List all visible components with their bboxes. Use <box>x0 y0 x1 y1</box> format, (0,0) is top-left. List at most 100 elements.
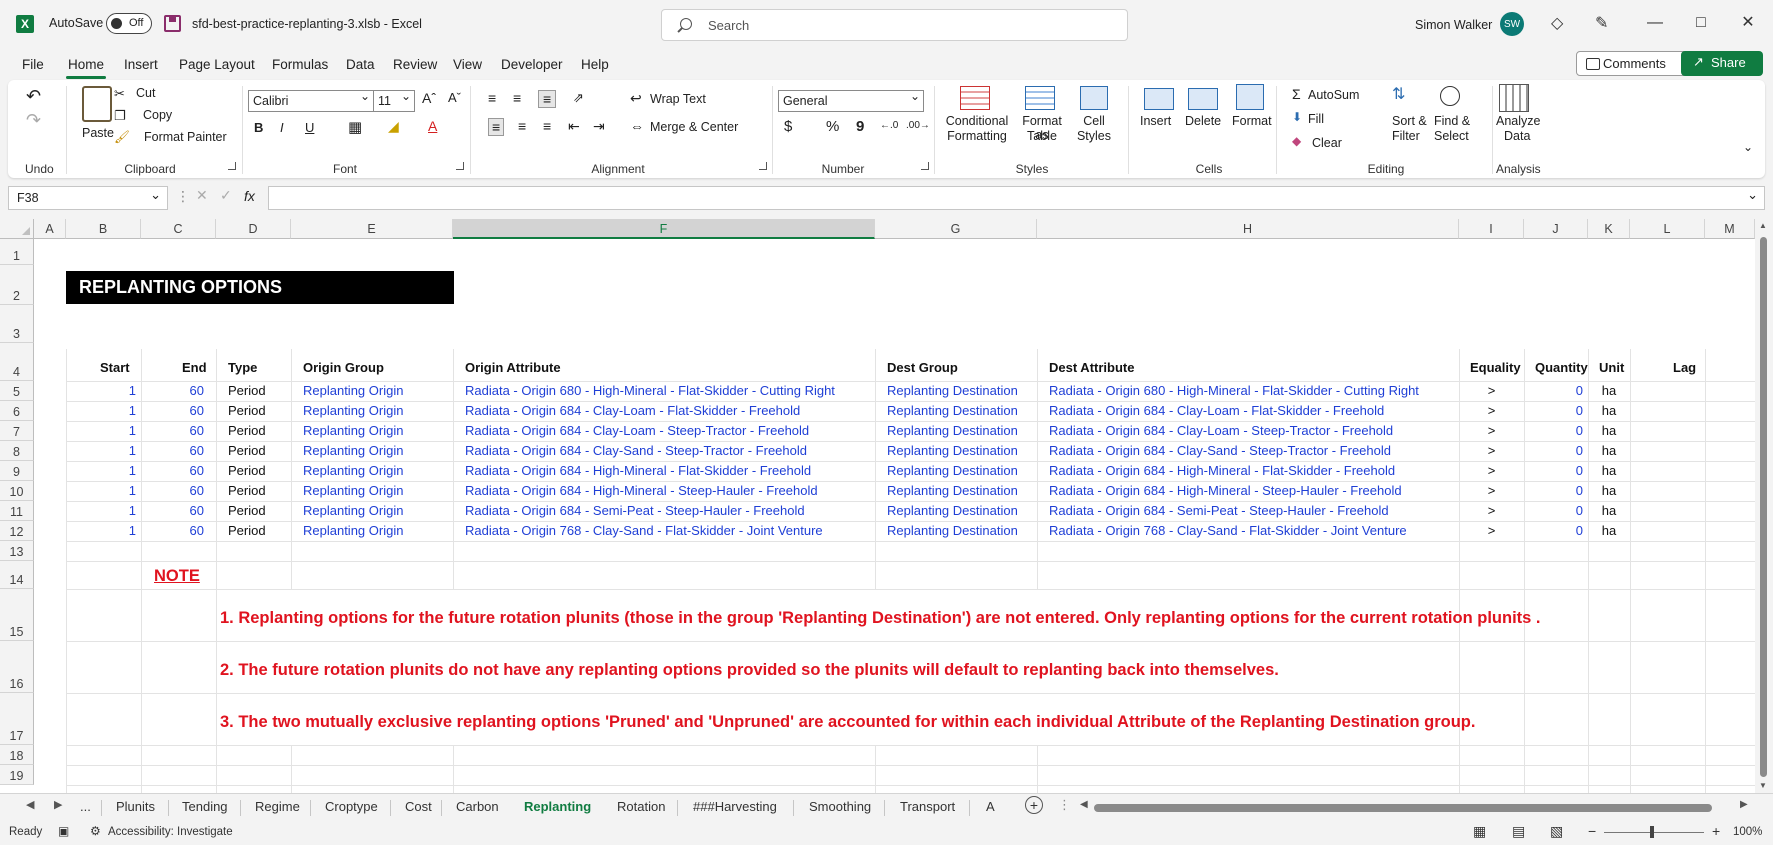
macro-record-icon[interactable]: ▣ <box>58 824 69 838</box>
font-name-select[interactable]: Calibri <box>248 89 374 112</box>
row-header[interactable]: 13 <box>0 541 34 561</box>
align-top-icon[interactable]: ≡ <box>488 90 496 106</box>
increase-indent-icon[interactable]: ⇥ <box>593 118 605 135</box>
vertical-scroll-thumb[interactable] <box>1760 237 1767 777</box>
menu-data[interactable]: Data <box>346 57 375 72</box>
cell-dest-group[interactable]: Replanting Destination <box>887 523 1032 538</box>
cell-quantity[interactable]: 0 <box>1524 423 1583 438</box>
enter-icon[interactable]: ✓ <box>220 187 232 204</box>
cell-end[interactable]: 60 <box>170 403 204 418</box>
menu-home[interactable]: Home <box>65 57 107 79</box>
format-as-table-line2[interactable]: Table <box>1016 129 1068 143</box>
cell-origin-group[interactable]: Replanting Origin <box>303 443 448 458</box>
sort-filter-line1[interactable]: Sort & <box>1392 114 1427 128</box>
cell-origin-group[interactable]: Replanting Origin <box>303 463 448 478</box>
cell-quantity[interactable]: 0 <box>1524 403 1583 418</box>
cell-end[interactable]: 60 <box>170 523 204 538</box>
cell-type[interactable]: Period <box>228 483 288 498</box>
cell-start[interactable]: 1 <box>110 503 136 518</box>
cell-origin-attribute[interactable]: Radiata - Origin 680 - High-Mineral - Fl… <box>465 383 870 398</box>
decrease-indent-icon[interactable]: ⇤ <box>568 118 580 135</box>
column-header-h[interactable]: H <box>1037 219 1459 239</box>
cell-equality[interactable]: > <box>1459 383 1524 398</box>
collapse-ribbon-icon[interactable]: ⌄ <box>1743 140 1753 154</box>
row-header[interactable]: 14 <box>0 561 34 589</box>
sheet-tab-replanting[interactable]: Replanting <box>511 799 604 822</box>
cell-start[interactable]: 1 <box>110 483 136 498</box>
conditional-formatting-line2[interactable]: Formatting <box>944 129 1010 143</box>
cell-origin-attribute[interactable]: Radiata - Origin 684 - High-Mineral - Fl… <box>465 463 870 478</box>
row-header[interactable]: 16 <box>0 641 34 693</box>
undo-icon[interactable]: ↶ <box>26 86 41 107</box>
cancel-icon[interactable]: ✕ <box>196 187 208 204</box>
prev-sheet-icon[interactable]: ◀ <box>26 798 34 811</box>
bold-button[interactable]: B <box>254 120 263 135</box>
cell-equality[interactable]: > <box>1459 443 1524 458</box>
close-icon[interactable]: ✕ <box>1733 10 1763 36</box>
cell-origin-group[interactable]: Replanting Origin <box>303 423 448 438</box>
align-bottom-icon[interactable]: ≡ <box>538 90 557 108</box>
cell-start[interactable]: 1 <box>110 443 136 458</box>
cell-start[interactable]: 1 <box>110 423 136 438</box>
column-header-l[interactable]: L <box>1630 219 1705 239</box>
cell-origin-attribute[interactable]: Radiata - Origin 684 - Clay-Loam - Steep… <box>465 423 870 438</box>
menu-help[interactable]: Help <box>581 57 609 72</box>
column-header-i[interactable]: I <box>1459 219 1524 239</box>
copy-button[interactable]: Copy <box>143 108 172 122</box>
analyze-data-line2[interactable]: Data <box>1504 129 1530 143</box>
cell-unit[interactable]: ha <box>1588 383 1630 398</box>
sheet-tab-cost[interactable]: Cost <box>405 799 432 814</box>
cell-styles-line2[interactable]: Styles <box>1074 129 1114 143</box>
menu-view[interactable]: View <box>453 57 482 72</box>
next-sheet-icon[interactable]: ▶ <box>54 798 62 811</box>
cell-dest-attribute[interactable]: Radiata - Origin 684 - Clay-Loam - Steep… <box>1049 423 1454 438</box>
comma-button[interactable]: 9 <box>856 118 864 135</box>
cell-equality[interactable]: > <box>1459 523 1524 538</box>
row-header[interactable]: 3 <box>0 305 34 343</box>
scroll-down-icon[interactable]: ▼ <box>1759 781 1767 790</box>
column-header-e[interactable]: E <box>291 219 453 239</box>
wrap-text-button[interactable]: Wrap Text <box>650 92 706 106</box>
autosum-button[interactable]: AutoSum <box>1308 88 1359 102</box>
page-break-view-icon[interactable]: ▧ <box>1550 823 1563 840</box>
autosave-toggle[interactable]: Off <box>106 13 152 34</box>
column-header-f[interactable]: F <box>453 219 875 239</box>
cell-quantity[interactable]: 0 <box>1524 523 1583 538</box>
italic-button[interactable]: I <box>280 120 284 135</box>
zoom-level[interactable]: 100% <box>1733 826 1762 838</box>
menu-page-layout[interactable]: Page Layout <box>179 57 255 72</box>
borders-icon[interactable]: ▦ <box>348 118 362 136</box>
cell-unit[interactable]: ha <box>1588 463 1630 478</box>
avatar[interactable]: SW <box>1500 12 1524 36</box>
sheet-tab-smoothing[interactable]: Smoothing <box>809 799 871 814</box>
diamond-icon[interactable]: ◇ <box>1551 13 1563 33</box>
accessibility-status[interactable]: Accessibility: Investigate <box>108 826 233 838</box>
row-header[interactable]: 7 <box>0 421 34 441</box>
cell-origin-group[interactable]: Replanting Origin <box>303 483 448 498</box>
horizontal-scroll-thumb[interactable] <box>1094 804 1712 812</box>
underline-button[interactable]: U <box>305 120 314 135</box>
insert-function-button[interactable]: fx <box>244 188 255 204</box>
scroll-left-icon[interactable]: ◀ <box>1080 799 1088 810</box>
cell-dest-group[interactable]: Replanting Destination <box>887 463 1032 478</box>
sheet-tab-carbon[interactable]: Carbon <box>456 799 499 814</box>
row-header[interactable]: 12 <box>0 521 34 541</box>
cell-equality[interactable]: > <box>1459 463 1524 478</box>
scroll-right-icon[interactable]: ▶ <box>1740 799 1748 810</box>
cell-dest-attribute[interactable]: Radiata - Origin 684 - Clay-Sand - Steep… <box>1049 443 1454 458</box>
cell-origin-attribute[interactable]: Radiata - Origin 684 - Semi-Peat - Steep… <box>465 503 870 518</box>
cell-quantity[interactable]: 0 <box>1524 443 1583 458</box>
sheet-tab-plunits[interactable]: Plunits <box>116 799 155 814</box>
pen-icon[interactable]: ✎ <box>1595 13 1608 33</box>
cell-dest-attribute[interactable]: Radiata - Origin 684 - High-Mineral - St… <box>1049 483 1454 498</box>
cell-end[interactable]: 60 <box>170 503 204 518</box>
cell-equality[interactable]: > <box>1459 503 1524 518</box>
zoom-out-icon[interactable]: − <box>1588 823 1596 839</box>
formula-input[interactable] <box>268 186 1765 210</box>
cell-end[interactable]: 60 <box>170 463 204 478</box>
user-name[interactable]: Simon Walker <box>1415 18 1492 32</box>
cell-start[interactable]: 1 <box>110 383 136 398</box>
align-middle-icon[interactable]: ≡ <box>513 90 521 106</box>
more-options-icon[interactable]: ⋮ <box>176 188 190 205</box>
row-header[interactable]: 11 <box>0 501 34 521</box>
